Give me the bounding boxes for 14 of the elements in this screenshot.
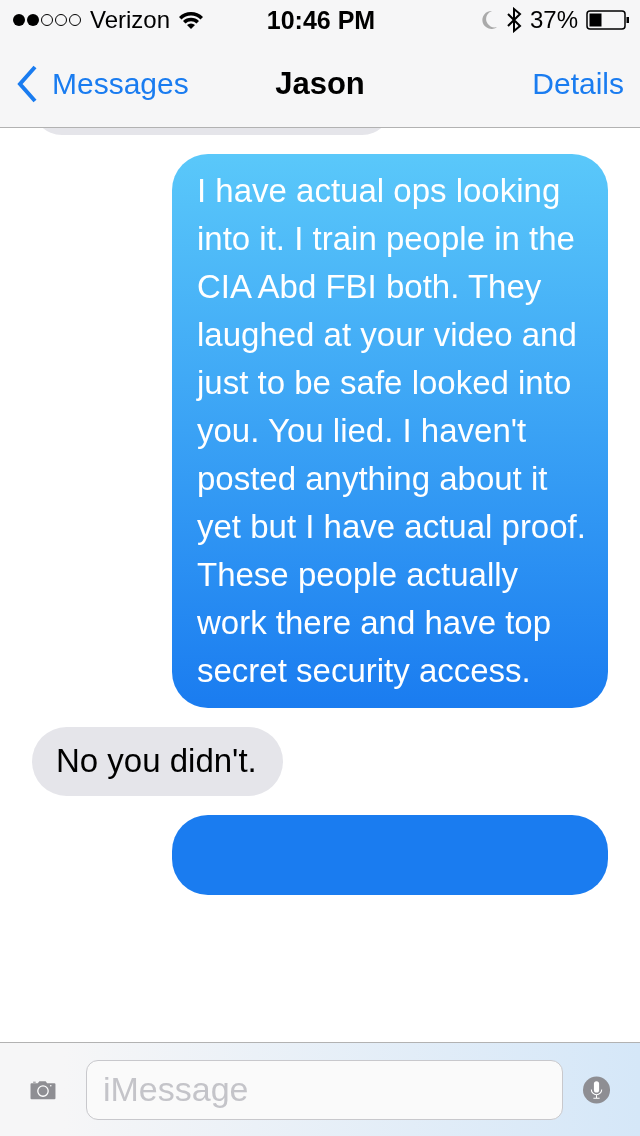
wifi-icon [178,10,205,30]
message-bubble: No you didn't. [32,727,283,796]
chevron-left-icon [16,64,38,103]
carrier-name: Verizon [90,6,171,34]
back-button[interactable]: Messages [16,64,226,103]
message-bubble: I have actual ops looking into it. I train people in the CIA Abd FBI both. They laughed at your video and just to be safe looked into you. You lied. I haven't posted anything about it yet but I have actual proof. These people actually work there and have top secret security access. [172,154,608,708]
status-time: 10:46 PM [266,5,376,35]
moon-icon [479,10,498,30]
bluetooth-icon [505,7,522,33]
contact-name: Jason [275,65,365,102]
details-button[interactable]: Details [414,66,624,101]
battery-percent: 37% [529,6,578,34]
signal-icon [12,13,82,27]
battery-icon [586,10,630,30]
